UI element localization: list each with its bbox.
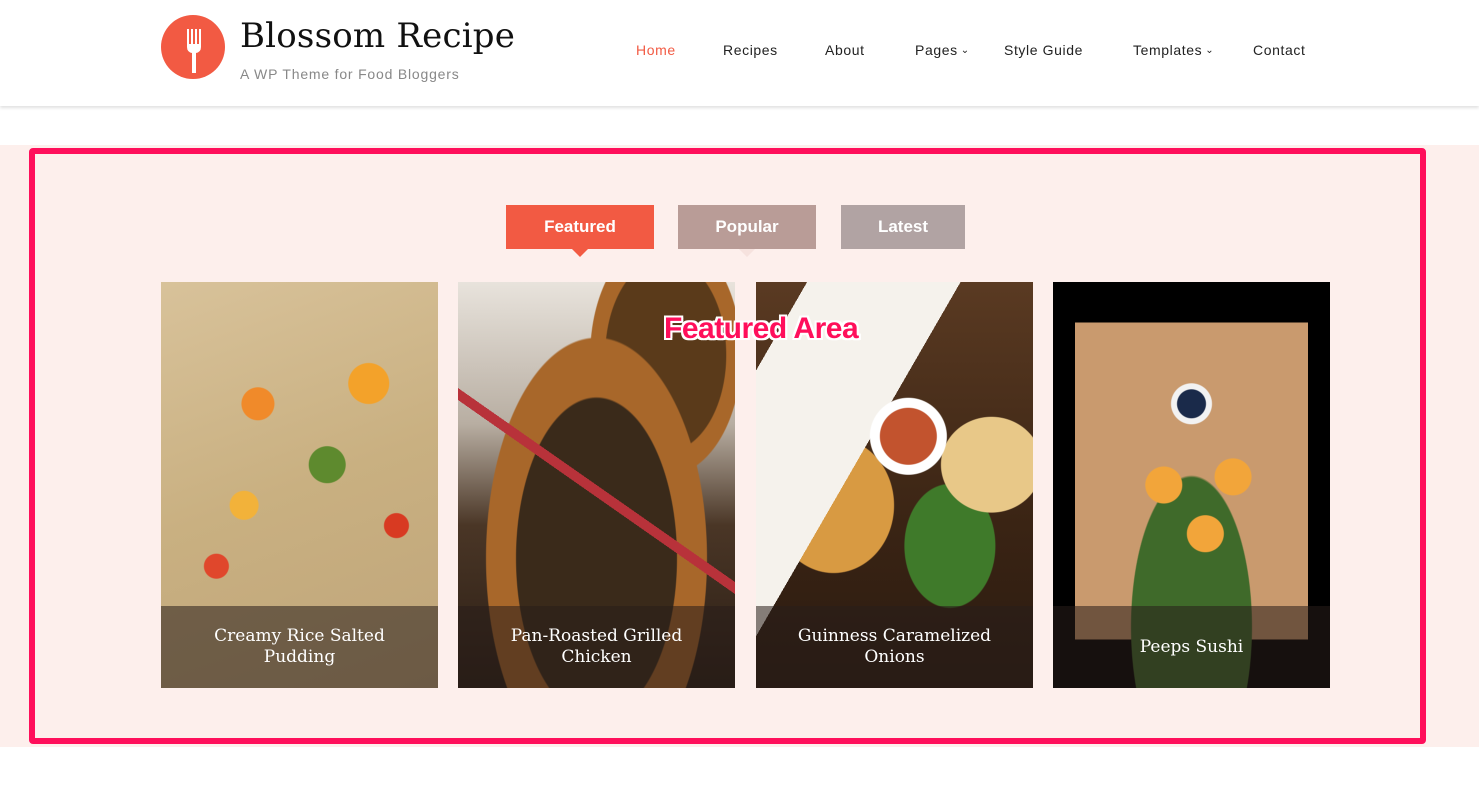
- nav-style-guide[interactable]: Style Guide: [1004, 42, 1083, 58]
- nav-home[interactable]: Home: [636, 42, 676, 58]
- card-title[interactable]: Peeps Sushi: [1120, 637, 1264, 658]
- card-caption: Peeps Sushi: [1053, 606, 1330, 688]
- site-logo[interactable]: [161, 15, 225, 79]
- card-caption: Creamy Rice Salted Pudding: [161, 606, 438, 688]
- recipe-card[interactable]: Creamy Rice Salted Pudding: [161, 282, 438, 688]
- tab-pointer: [739, 249, 755, 257]
- active-tab-pointer: [572, 249, 588, 257]
- card-caption: Pan-Roasted Grilled Chicken: [458, 606, 735, 688]
- fork-icon: [187, 29, 201, 73]
- site-header: Blossom Recipe A WP Theme for Food Blogg…: [0, 0, 1479, 106]
- nav-label: Recipes: [723, 42, 778, 58]
- nav-about[interactable]: About: [825, 42, 865, 58]
- card-caption: Guinness Caramelized Onions: [756, 606, 1033, 688]
- nav-contact[interactable]: Contact: [1253, 42, 1305, 58]
- tab-latest[interactable]: Latest: [841, 205, 965, 249]
- nav-label: Style Guide: [1004, 42, 1083, 58]
- chevron-down-icon: ⌄: [960, 45, 970, 56]
- featured-area-annotation: Featured Area: [664, 312, 859, 345]
- nav-label: Pages: [915, 42, 958, 58]
- site-tagline: A WP Theme for Food Bloggers: [240, 66, 460, 82]
- tab-popular[interactable]: Popular: [678, 205, 816, 257]
- nav-label: About: [825, 42, 865, 58]
- card-title[interactable]: Creamy Rice Salted Pudding: [161, 626, 438, 668]
- chevron-down-icon: ⌄: [1205, 45, 1215, 56]
- tab-label: Featured: [544, 217, 616, 236]
- tab-label: Popular: [715, 217, 779, 236]
- nav-label: Templates: [1133, 42, 1203, 58]
- card-title[interactable]: Pan-Roasted Grilled Chicken: [458, 626, 735, 668]
- tab-label: Latest: [877, 217, 929, 236]
- tab-featured[interactable]: Featured: [506, 205, 654, 257]
- nav-templates[interactable]: Templates ⌄: [1133, 42, 1214, 58]
- site-title[interactable]: Blossom Recipe: [240, 16, 515, 56]
- card-title[interactable]: Guinness Caramelized Onions: [756, 626, 1033, 668]
- recipe-card[interactable]: Peeps Sushi: [1053, 282, 1330, 688]
- nav-label: Home: [636, 42, 676, 58]
- nav-recipes[interactable]: Recipes: [723, 42, 778, 58]
- nav-label: Contact: [1253, 42, 1306, 58]
- nav-pages[interactable]: Pages ⌄: [915, 42, 970, 58]
